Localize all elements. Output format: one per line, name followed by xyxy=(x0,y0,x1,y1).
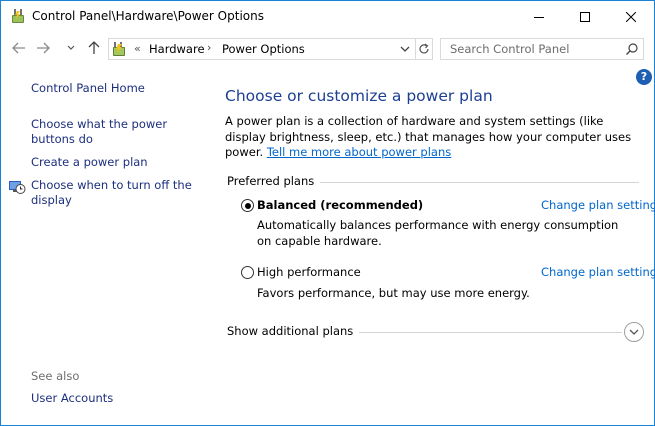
page-title: Choose or customize a power plan xyxy=(225,87,493,105)
page-description: A power plan is a collection of hardware… xyxy=(225,114,645,161)
tell-me-more-link[interactable]: Tell me more about power plans xyxy=(267,145,451,159)
search-icon[interactable] xyxy=(625,42,639,56)
up-button[interactable] xyxy=(84,38,104,58)
plan-high-performance-radio[interactable] xyxy=(241,266,254,279)
close-button[interactable] xyxy=(608,1,654,32)
control-panel-icon xyxy=(111,41,129,58)
refresh-icon[interactable] xyxy=(417,41,431,57)
address-bar[interactable]: « Hardware › Power Options xyxy=(108,38,433,60)
breadcrumb-hardware[interactable]: Hardware xyxy=(149,42,205,56)
see-also-label: See also xyxy=(31,369,80,383)
maximize-button[interactable] xyxy=(562,1,608,32)
minimize-button[interactable] xyxy=(516,1,562,32)
plan-balanced-name[interactable]: Balanced (recommended) xyxy=(257,198,423,212)
window-title: Control Panel\Hardware\Power Options xyxy=(32,9,264,23)
power-options-window: Control Panel\Hardware\Power Options « H… xyxy=(0,0,655,426)
address-divider xyxy=(415,39,416,59)
additional-plans-divider xyxy=(349,332,622,333)
turn-off-display-link[interactable]: Choose when to turn off the display xyxy=(31,178,201,208)
search-box[interactable] xyxy=(440,38,644,60)
back-button[interactable] xyxy=(9,38,29,58)
main-pane: Choose or customize a power plan A power… xyxy=(211,65,655,425)
title-bar[interactable]: Control Panel\Hardware\Power Options xyxy=(1,1,654,32)
plan-high-performance-name[interactable]: High performance xyxy=(257,265,361,279)
chevron-down-icon[interactable] xyxy=(399,43,411,55)
control-panel-home-link[interactable]: Control Panel Home xyxy=(31,81,145,96)
create-power-plan-link[interactable]: Create a power plan xyxy=(31,155,148,170)
user-accounts-link[interactable]: User Accounts xyxy=(31,391,113,406)
show-additional-plans-label[interactable]: Show additional plans xyxy=(227,324,360,338)
display-clock-icon xyxy=(8,178,26,196)
chevron-down-icon xyxy=(629,325,639,339)
recent-locations-button[interactable] xyxy=(64,38,78,58)
plan-balanced-radio[interactable] xyxy=(241,199,254,212)
breadcrumb-power-options[interactable]: Power Options xyxy=(222,42,305,56)
plan-balanced-description: Automatically balances performance with … xyxy=(257,218,619,248)
change-plan-settings-balanced-link[interactable]: Change plan settings xyxy=(541,198,655,212)
preferred-plans-label: Preferred plans xyxy=(227,174,321,188)
address-overflow-chevron[interactable]: « xyxy=(134,42,141,55)
breadcrumb-separator[interactable]: › xyxy=(207,41,211,54)
expand-additional-plans-button[interactable] xyxy=(624,322,644,342)
power-buttons-link[interactable]: Choose what the power buttons do xyxy=(31,117,181,147)
left-pane: Control Panel Home Choose what the power… xyxy=(1,65,211,425)
plan-high-performance-description: Favors performance, but may use more ene… xyxy=(257,286,530,300)
navigation-bar: « Hardware › Power Options xyxy=(1,32,654,65)
change-plan-settings-high-performance-link[interactable]: Change plan settings xyxy=(541,265,655,279)
search-input[interactable] xyxy=(441,39,621,59)
power-options-icon xyxy=(10,8,26,24)
forward-button[interactable] xyxy=(33,38,53,58)
preferred-plans-divider xyxy=(312,182,639,183)
